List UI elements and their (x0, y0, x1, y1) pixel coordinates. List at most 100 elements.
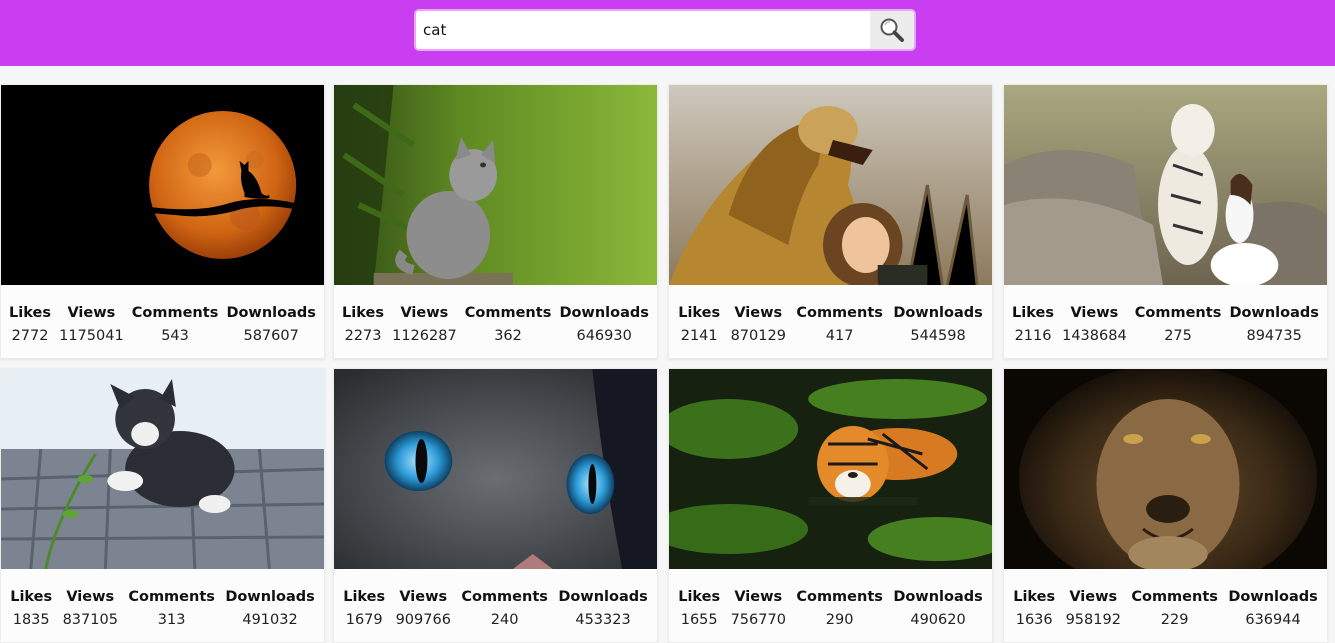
comments-label: Comments (128, 589, 215, 605)
downloads-label: Downloads (1229, 305, 1319, 321)
lion-girl-image (669, 85, 992, 285)
views-label: Views (734, 305, 783, 321)
moon-cat-image (1, 85, 324, 285)
downloads-label: Downloads (559, 305, 649, 321)
image-card[interactable]: Likes 2141 Views 870129 Comments 417 Downlo… (668, 84, 993, 359)
views-label: Views (66, 589, 115, 605)
likes-value: 1636 (1015, 612, 1053, 628)
card-image[interactable] (1, 85, 324, 285)
card-image[interactable] (669, 85, 992, 285)
views-label: Views (1070, 305, 1119, 321)
image-card[interactable]: Likes 2772 Views 1175041 Comments 543 Downl… (0, 84, 325, 359)
views-value: 958192 (1065, 612, 1121, 628)
white-tiger-woman-image (1004, 85, 1327, 285)
comments-label: Comments (461, 589, 548, 605)
views-value: 837105 (62, 612, 118, 628)
lion-face-image (1004, 369, 1327, 569)
card-stats: Likes 1679 Views 909766 Comments 240 Downlo… (334, 587, 657, 630)
card-stats: Likes 2273 Views 1126287 Comments 362 Downl… (334, 303, 657, 346)
search-form (414, 9, 916, 51)
blue-eyed-cat-image (334, 369, 657, 569)
likes-value: 2772 (11, 328, 49, 344)
downloads-value: 587607 (243, 328, 299, 344)
card-stats: Likes 2116 Views 1438684 Comments 275 Downl… (1004, 303, 1327, 346)
card-stats: Likes 1835 Views 837105 Comments 313 Downlo… (1, 587, 324, 630)
search-input[interactable] (416, 11, 870, 49)
card-image[interactable] (334, 369, 657, 569)
comments-value: 417 (825, 328, 854, 344)
card-image[interactable] (1, 369, 324, 569)
card-stats: Likes 2141 Views 870129 Comments 417 Downlo… (669, 303, 992, 346)
image-card[interactable]: Likes 2116 Views 1438684 Comments 275 Downl… (1003, 84, 1328, 359)
downloads-label: Downloads (225, 589, 315, 605)
views-label: Views (400, 305, 449, 321)
comments-label: Comments (1131, 589, 1218, 605)
comments-value: 290 (825, 612, 854, 628)
views-label: Views (399, 589, 448, 605)
downloads-label: Downloads (226, 305, 316, 321)
comments-label: Comments (1134, 305, 1222, 321)
likes-value: 1679 (345, 612, 383, 628)
likes-value: 2141 (680, 328, 718, 344)
card-image[interactable] (334, 85, 657, 285)
tiger-water-image (669, 369, 992, 569)
likes-value: 1835 (12, 612, 50, 628)
downloads-value: 491032 (242, 612, 298, 628)
views-value: 1175041 (59, 328, 124, 344)
likes-label: Likes (1013, 589, 1056, 605)
card-stats: Likes 1636 Views 958192 Comments 229 Downlo… (1004, 587, 1327, 630)
card-stats: Likes 2772 Views 1175041 Comments 543 Downl… (1, 303, 324, 346)
image-card[interactable]: Likes 1679 Views 909766 Comments 240 Downlo… (333, 368, 658, 643)
downloads-value: 636944 (1245, 612, 1301, 628)
comments-label: Comments (796, 305, 883, 321)
card-image[interactable] (1004, 85, 1327, 285)
downloads-value: 453323 (575, 612, 631, 628)
comments-label: Comments (131, 305, 219, 321)
likes-value: 2116 (1014, 328, 1052, 344)
downloads-label: Downloads (1228, 589, 1318, 605)
downloads-value: 490620 (910, 612, 966, 628)
likes-value: 1655 (680, 612, 718, 628)
comments-value: 275 (1164, 328, 1192, 344)
kitten-plant-image (1, 369, 324, 569)
image-card[interactable]: Likes 1655 Views 756770 Comments 290 Downlo… (668, 368, 993, 643)
downloads-value: 544598 (910, 328, 966, 344)
card-stats: Likes 1655 Views 756770 Comments 290 Downlo… (669, 587, 992, 630)
likes-label: Likes (678, 589, 721, 605)
magnifier-icon (880, 18, 904, 42)
likes-label: Likes (10, 589, 53, 605)
search-button[interactable] (870, 11, 914, 49)
downloads-label: Downloads (558, 589, 648, 605)
card-image[interactable] (669, 369, 992, 569)
views-value: 1438684 (1062, 328, 1127, 344)
views-label: Views (734, 589, 783, 605)
views-value: 1126287 (392, 328, 457, 344)
downloads-value: 894735 (1246, 328, 1302, 344)
likes-label: Likes (678, 305, 721, 321)
kitten-forest-image (334, 85, 657, 285)
comments-value: 240 (490, 612, 519, 628)
comments-value: 362 (494, 328, 522, 344)
likes-value: 2273 (344, 328, 382, 344)
comments-value: 543 (161, 328, 189, 344)
comments-label: Comments (796, 589, 883, 605)
image-card[interactable]: Likes 1636 Views 958192 Comments 229 Downlo… (1003, 368, 1328, 643)
card-image[interactable] (1004, 369, 1327, 569)
likes-label: Likes (9, 305, 51, 321)
views-value: 756770 (730, 612, 786, 628)
header-bar (0, 0, 1335, 66)
downloads-label: Downloads (893, 589, 983, 605)
views-value: 870129 (730, 328, 786, 344)
image-card[interactable]: Likes 2273 Views 1126287 Comments 362 Downl… (333, 84, 658, 359)
comments-value: 313 (157, 612, 186, 628)
downloads-value: 646930 (576, 328, 632, 344)
likes-label: Likes (343, 589, 386, 605)
comments-label: Comments (464, 305, 552, 321)
views-value: 909766 (395, 612, 451, 628)
likes-label: Likes (1012, 305, 1054, 321)
downloads-label: Downloads (893, 305, 983, 321)
image-card[interactable]: Likes 1835 Views 837105 Comments 313 Downlo… (0, 368, 325, 643)
likes-label: Likes (342, 305, 384, 321)
views-label: Views (67, 305, 116, 321)
comments-value: 229 (1160, 612, 1189, 628)
